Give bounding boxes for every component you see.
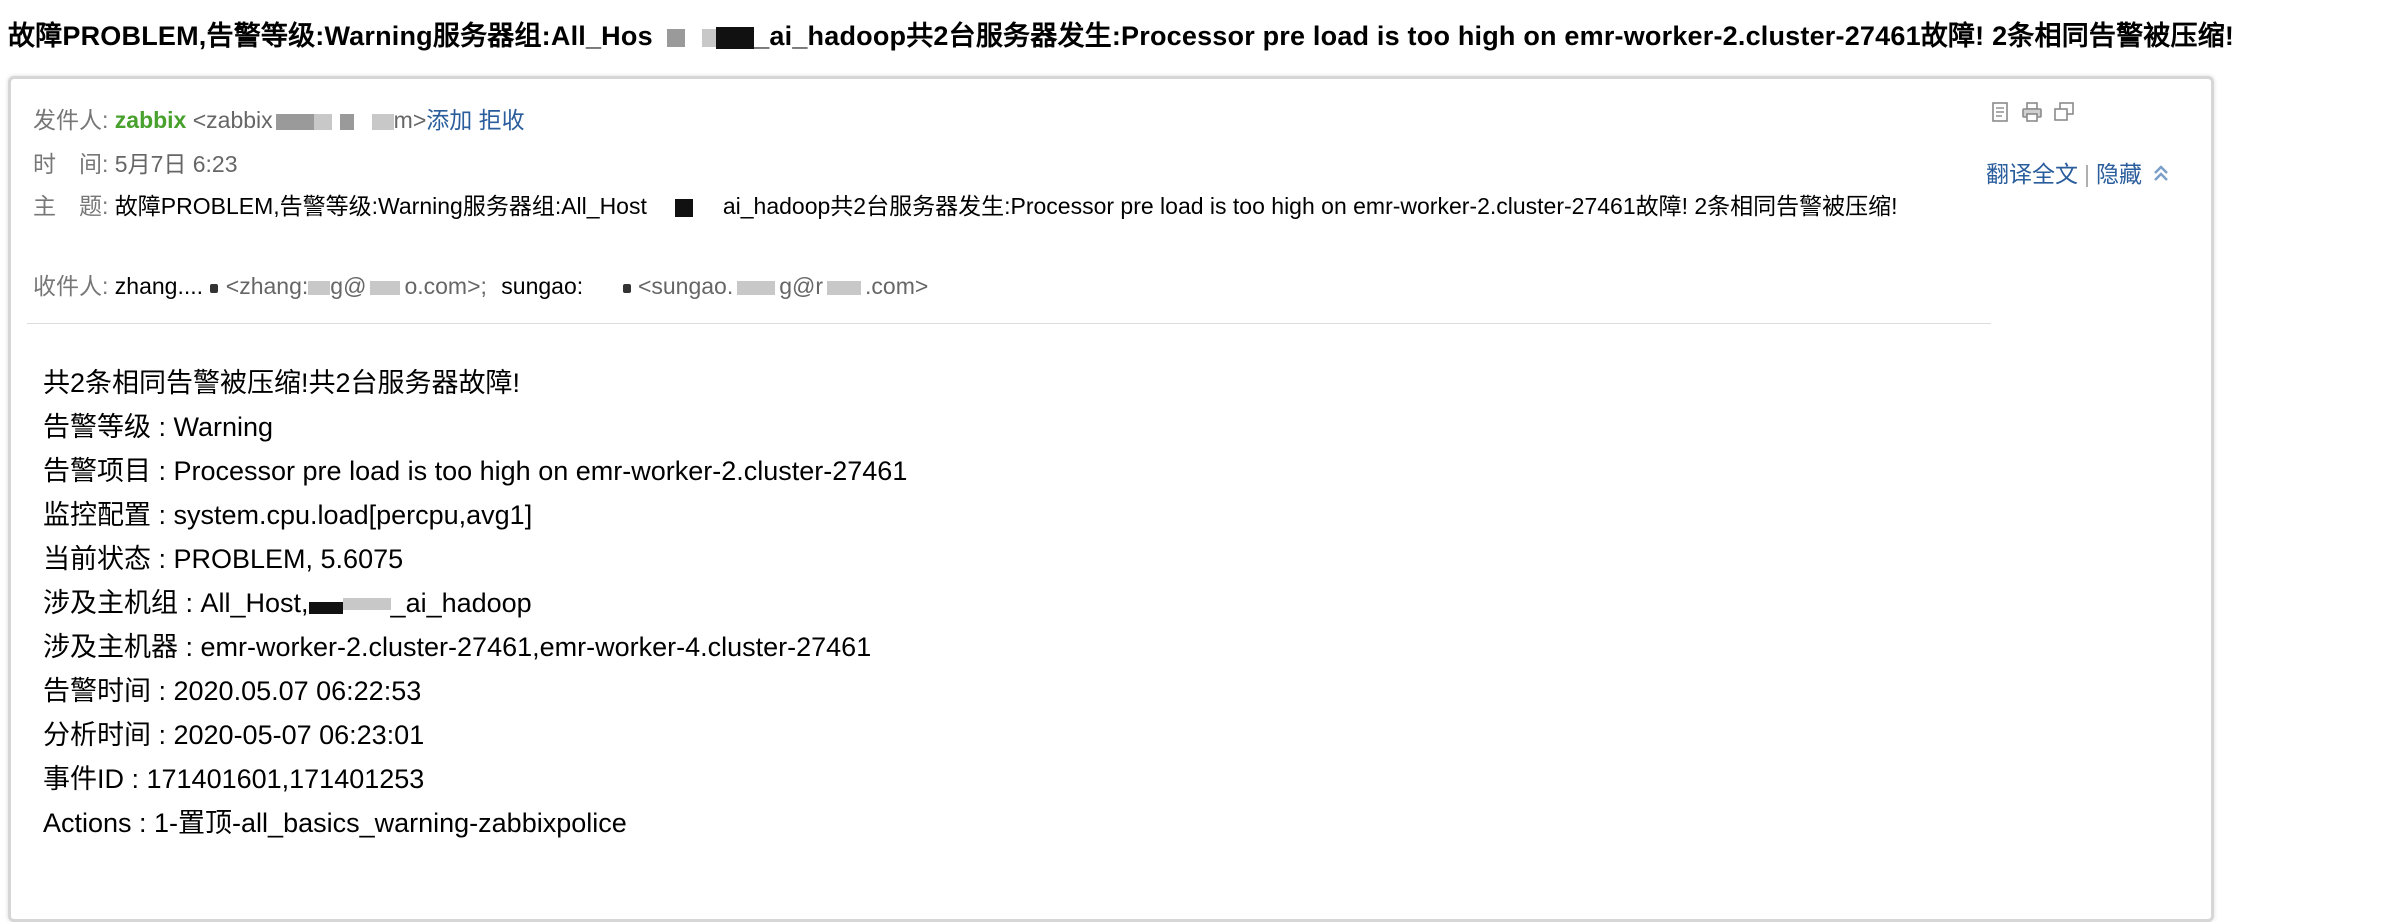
subject-row: 主 题: 故障PROBLEM,告警等级:Warning服务器组:All_Host… [33, 189, 1983, 223]
sender-name[interactable]: zabbix [115, 107, 187, 133]
email-toolbar [1989, 101, 2075, 123]
sender-address: <zabbix m> [192, 107, 427, 133]
to-label: 收件人: [33, 273, 109, 299]
translate-link[interactable]: 翻译全文 [1986, 161, 2078, 187]
from-label: 发件人: [33, 107, 109, 133]
body-line: 监控配置 : system.cpu.load[percpu,avg1] [43, 500, 533, 530]
body-line: Actions : 1-置顶-all_basics_warning-zabbix… [43, 808, 627, 838]
body-line: 告警等级 : Warning [43, 412, 274, 442]
body-line: 涉及主机组 : All_Host, _ai_hadoop [43, 588, 532, 618]
contact-icon [622, 284, 631, 293]
redacted-block [702, 28, 717, 47]
separator: | [2084, 161, 2090, 187]
body-line: 分析时间 : 2020-05-07 06:23:01 [43, 720, 425, 750]
document-icon[interactable] [1989, 101, 2011, 123]
recipient[interactable]: sungao: <sungao. g@r .com> [501, 273, 928, 299]
body-line: 事件ID : 171401601,171401253 [43, 764, 425, 794]
subject-label: 主 题: [33, 193, 109, 219]
recipient[interactable]: zhang.... <zhang: g@ o.com>; [115, 273, 494, 299]
redacted-block [666, 28, 685, 47]
double-chevron-up-icon[interactable] [2152, 164, 2170, 184]
body-line: 当前状态 : PROBLEM, 5.6075 [43, 544, 404, 574]
time-label: 时 间: [33, 151, 109, 177]
time-value: 5月7日 6:23 [114, 151, 238, 177]
time-row: 时 间: 5月7日 6:23 [33, 145, 238, 179]
hide-link[interactable]: 隐藏 [2096, 161, 2142, 187]
body-line: 告警项目 : Processor pre load is too high on… [43, 456, 908, 486]
header-divider [27, 323, 1991, 324]
email-title: 故障PROBLEM,告警等级:Warning服务器组:All_Hos _ai_h… [8, 21, 2235, 51]
email-body: 共2条相同告警被压缩!共2台服务器故障! 告警等级 : Warning 告警项目… [43, 361, 907, 845]
new-window-icon[interactable] [2053, 101, 2075, 123]
email-card: 翻译全文 | 隐藏 发件人: zabbix <zabbix m>添加 拒收 时 间: … [8, 76, 2214, 922]
subject-text: 故障PROBLEM,告警等级:Warning服务器组:All_Host ai_ha… [114, 193, 1898, 219]
add-contact-link[interactable]: 添加 [426, 107, 472, 133]
from-row: 发件人: zabbix <zabbix m>添加 拒收 [33, 101, 525, 135]
to-row: 收件人: zhang.... <zhang: g@ o.com>; sungao: … [33, 267, 928, 301]
print-icon[interactable] [2021, 101, 2043, 123]
contact-icon [210, 284, 219, 293]
redacted-block [716, 26, 755, 49]
body-line: 告警时间 : 2020.05.07 06:22:53 [43, 676, 422, 706]
body-line: 涉及主机器 : emr-worker-2.cluster-27461,emr-w… [43, 632, 872, 662]
body-line: 共2条相同告警被压缩!共2台服务器故障! [43, 368, 521, 398]
header-actions: 翻译全文 | 隐藏 [1986, 155, 2170, 189]
reject-link[interactable]: 拒收 [479, 107, 525, 133]
